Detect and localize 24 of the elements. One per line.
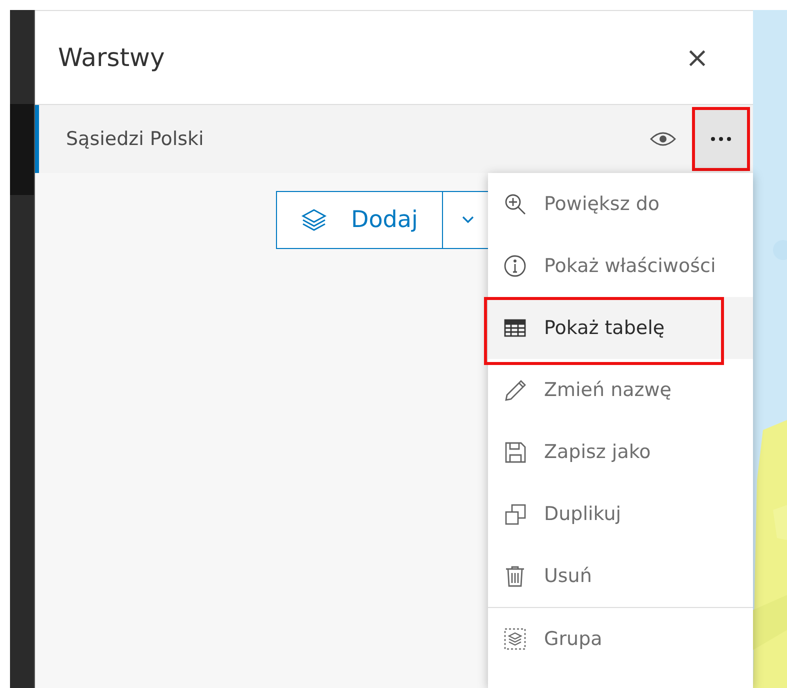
eye-icon[interactable]	[650, 131, 676, 147]
info-icon	[504, 255, 526, 277]
menu-item[interactable]: Usuń	[488, 545, 753, 607]
layers-icon	[301, 207, 327, 233]
options-button[interactable]	[692, 107, 750, 171]
save-icon	[504, 441, 526, 463]
menu-item[interactable]: Zmień nazwę	[488, 359, 753, 421]
pencil-icon	[504, 379, 526, 401]
layer-name: Sąsiedzi Polski	[66, 128, 205, 150]
menu-item[interactable]: Powiększ do	[488, 173, 753, 235]
zoom-in-icon	[504, 193, 526, 215]
group-icon	[504, 628, 526, 650]
menu-item[interactable]: Zapisz jako	[488, 421, 753, 483]
menu-item[interactable]: Pokaż właściwości	[488, 235, 753, 297]
menu-item[interactable]: Grupa	[488, 608, 753, 670]
trash-icon	[504, 565, 526, 587]
layer-row[interactable]: Sąsiedzi Polski	[35, 105, 753, 173]
table-icon	[504, 317, 526, 339]
close-button[interactable]: ×	[682, 41, 713, 74]
chevron-icon	[460, 215, 475, 225]
duplicate-icon	[504, 503, 526, 525]
more-icon	[711, 137, 731, 141]
panel-title: Warstwy	[58, 43, 165, 72]
menu-item[interactable]: Duplikuj	[488, 483, 753, 545]
